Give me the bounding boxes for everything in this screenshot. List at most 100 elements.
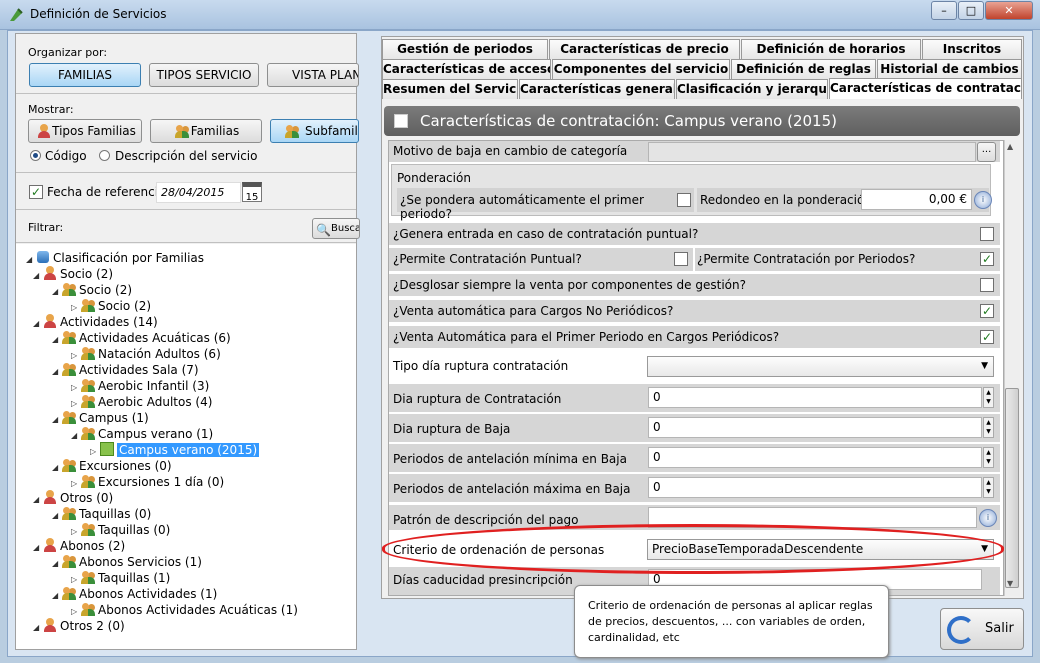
- tooltip: Criterio de ordenación de personas al ap…: [574, 585, 889, 658]
- tree-node[interactable]: ◢ Socio (2): [33, 266, 113, 282]
- organize-vista-plana-button[interactable]: VISTA PLANA: [267, 63, 359, 87]
- tree-node[interactable]: ◢ Socio (2): [52, 282, 132, 298]
- tree-expander-expanded[interactable]: ◢: [52, 508, 62, 524]
- dia-ruptura-contratacion-input[interactable]: 0: [648, 387, 982, 408]
- reference-date-input[interactable]: 28/04/2015: [156, 182, 241, 203]
- organize-familias-button[interactable]: FAMILIAS: [29, 63, 141, 87]
- tab-caracteristicas-generales[interactable]: Características generales: [519, 79, 675, 99]
- radio-code[interactable]: [30, 150, 41, 161]
- tree-expander-expanded[interactable]: ◢: [52, 588, 62, 604]
- show-familias-button[interactable]: Familias: [150, 119, 262, 143]
- tab-caracteristicas-precio[interactable]: Características de precio: [549, 39, 740, 59]
- user-icon: [43, 490, 57, 504]
- antelacion-maxima-spinner[interactable]: ▲ ▼: [983, 477, 994, 498]
- tree-expander-expanded[interactable]: ◢: [52, 364, 62, 380]
- tree-node[interactable]: ◢ Actividades Sala (7): [52, 362, 199, 378]
- genera-entrada-checkbox[interactable]: [980, 227, 994, 241]
- tree-expander-expanded[interactable]: ◢: [33, 316, 43, 332]
- tree-expander-expanded[interactable]: ◢: [33, 620, 43, 636]
- tab-caracteristicas-contratacion[interactable]: Características de contrataci...: [829, 78, 1022, 99]
- tree-node[interactable]: ◢ Clasificación por Familias: [26, 250, 204, 266]
- tab-definicion-reglas[interactable]: Definición de reglas: [731, 59, 876, 79]
- tree-node[interactable]: ◢ Taquillas (0): [52, 506, 151, 522]
- family-icon: [175, 124, 189, 138]
- search-button[interactable]: 🔍 Buscar: [312, 218, 360, 239]
- venta-primer-periodo-checkbox[interactable]: ✓: [980, 330, 994, 344]
- tree-node[interactable]: ▷ Taquillas (1): [71, 570, 170, 586]
- family-icon: [81, 378, 95, 392]
- family-icon: [62, 506, 76, 520]
- antelacion-minima-input[interactable]: 0: [648, 447, 982, 468]
- user-icon: [37, 124, 51, 138]
- tree-node[interactable]: ◢ Actividades (14): [33, 314, 158, 330]
- show-tipos-familias-button[interactable]: Tipos Familias: [28, 119, 142, 143]
- motivo-baja-lookup-button[interactable]: ...: [977, 142, 996, 162]
- tree-expander-expanded[interactable]: ◢: [52, 284, 62, 300]
- calendar-icon[interactable]: 15: [242, 182, 262, 203]
- redondeo-row: Redondeo en la ponderación 0,00 € i: [697, 188, 992, 212]
- tree-node[interactable]: ◢ Otros (0): [33, 490, 113, 506]
- tab-historial-cambios[interactable]: Historial de cambios: [877, 59, 1022, 79]
- tree-node[interactable]: ▷ Abonos Actividades Acuáticas (1): [71, 602, 298, 618]
- tree-node[interactable]: ▷ Aerobic Infantil (3): [71, 378, 209, 394]
- venta-no-periodicos-row: ¿Venta automática para Cargos No Periódi…: [389, 300, 1000, 323]
- permite-periodos-checkbox[interactable]: ✓: [980, 252, 994, 266]
- tree-node[interactable]: ◢ Actividades Acuáticas (6): [52, 330, 231, 346]
- pondera-primer-checkbox[interactable]: [677, 193, 691, 207]
- tree-expander-expanded[interactable]: ◢: [33, 492, 43, 508]
- organize-tipos-servicio-button[interactable]: TIPOS SERVICIO: [149, 63, 259, 87]
- document-icon: [394, 114, 408, 128]
- tree-expander-expanded[interactable]: ◢: [33, 268, 43, 284]
- tab-definicion-horarios[interactable]: Definición de horarios: [741, 39, 921, 59]
- tab-componentes-servicio[interactable]: Componentes del servicio: [552, 59, 730, 79]
- tab-resumen-servicio[interactable]: Resumen del Servicio: [382, 79, 518, 99]
- scrollbar-thumb[interactable]: [1005, 388, 1019, 588]
- dia-ruptura-baja-spinner[interactable]: ▲ ▼: [983, 417, 994, 438]
- motivo-baja-input[interactable]: [648, 142, 976, 162]
- tab-caracteristicas-acceso[interactable]: Características de acceso: [382, 59, 551, 79]
- tree-node-label: Campus verano (2015): [117, 443, 260, 457]
- tree-node[interactable]: ▷ Aerobic Adultos (4): [71, 394, 212, 410]
- tree-node[interactable]: ◢ Excursiones (0): [52, 458, 172, 474]
- tree-node[interactable]: ◢ Abonos (2): [33, 538, 125, 554]
- tree-expander-expanded[interactable]: ◢: [52, 460, 62, 476]
- tree-node[interactable]: ◢ Abonos Servicios (1): [52, 554, 202, 570]
- tree-expander-expanded[interactable]: ◢: [52, 556, 62, 572]
- tab-inscritos[interactable]: Inscritos: [922, 39, 1022, 59]
- desglosar-checkbox[interactable]: [980, 278, 994, 292]
- minimize-button[interactable]: –: [931, 1, 957, 20]
- tree-node[interactable]: ▷ Campus verano (2015): [90, 442, 260, 458]
- tree-expander-expanded[interactable]: ◢: [33, 540, 43, 556]
- tree-node[interactable]: ▷ Natación Adultos (6): [71, 346, 221, 362]
- tree-node[interactable]: ◢ Campus (1): [52, 410, 149, 426]
- tree-node[interactable]: ◢ Abonos Actividades (1): [52, 586, 217, 602]
- close-button[interactable]: ✕: [985, 1, 1033, 20]
- tree-expander-collapsed[interactable]: ◢: [71, 428, 81, 444]
- exit-button[interactable]: Salir: [940, 608, 1024, 650]
- tree-expander-expanded[interactable]: ◢: [52, 332, 62, 348]
- permite-puntual-checkbox[interactable]: [674, 252, 688, 266]
- venta-no-periodicos-checkbox[interactable]: ✓: [980, 304, 994, 318]
- dia-ruptura-baja-input[interactable]: 0: [648, 417, 982, 438]
- tree-node[interactable]: ▷ Excursiones 1 día (0): [71, 474, 224, 490]
- tab-clasificacion-jerarquia[interactable]: Clasificación y jerarquía: [676, 79, 828, 99]
- tree-node[interactable]: ◢ Otros 2 (0): [33, 618, 125, 634]
- info-icon[interactable]: i: [974, 191, 992, 209]
- tree-expander-expanded[interactable]: ◢: [52, 412, 62, 428]
- redondeo-input[interactable]: 0,00 €: [861, 189, 972, 210]
- scroll-down-icon[interactable]: ▼: [1007, 579, 1013, 588]
- scroll-up-icon[interactable]: ▲: [1007, 142, 1013, 151]
- tree-node[interactable]: ◢ Campus verano (1): [71, 426, 213, 442]
- maximize-button[interactable]: □: [958, 1, 984, 20]
- antelacion-minima-spinner[interactable]: ▲ ▼: [983, 447, 994, 468]
- tipo-dia-ruptura-select[interactable]: ▼: [647, 356, 994, 377]
- tab-gestion-periodos[interactable]: Gestión de periodos: [382, 39, 548, 59]
- tree-node[interactable]: ▷ Socio (2): [71, 298, 151, 314]
- info-icon[interactable]: i: [979, 509, 997, 527]
- antelacion-maxima-input[interactable]: 0: [648, 477, 982, 498]
- reference-date-checkbox[interactable]: ✓: [29, 185, 43, 199]
- radio-description[interactable]: [99, 150, 110, 161]
- tree-node[interactable]: ▷ Taquillas (0): [71, 522, 170, 538]
- show-subfamilias-button[interactable]: Subfamilias: [270, 119, 359, 143]
- dia-ruptura-contratacion-spinner[interactable]: ▲ ▼: [983, 387, 994, 408]
